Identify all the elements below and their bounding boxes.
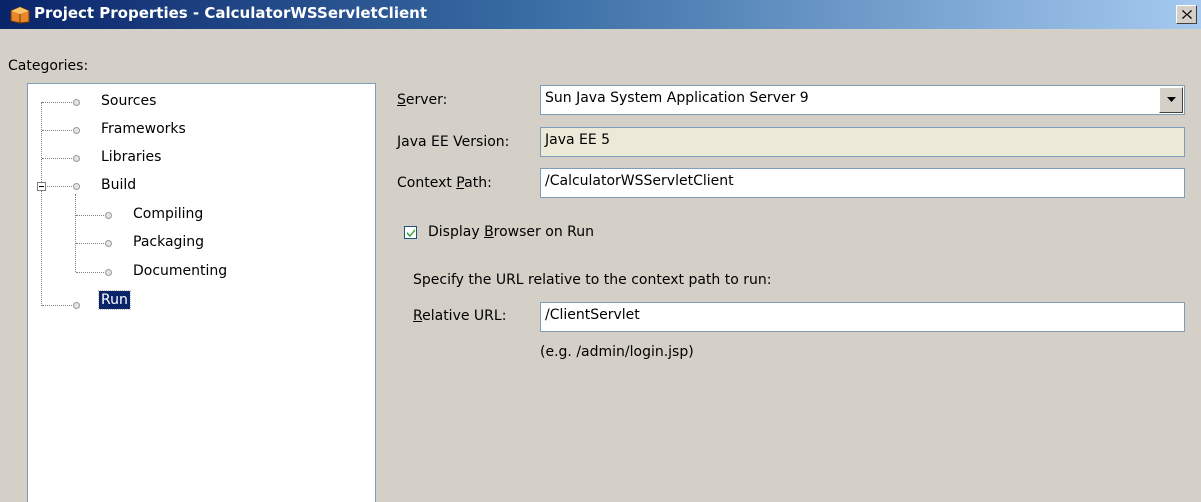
tree-connector [42,130,72,131]
server-dropdown-button[interactable] [1159,87,1183,113]
tree-connector [76,215,104,216]
tree-connector [47,186,72,187]
tree-node-icon [73,155,80,162]
project-properties-dialog: Project Properties - CalculatorWSServlet… [0,0,1201,502]
tree-item-libraries[interactable]: Libraries [99,148,163,166]
relative-url-input[interactable]: /ClientServlet [540,302,1185,332]
server-label: Server: [397,92,448,108]
display-browser-label[interactable]: Display Browser on Run [428,224,594,240]
tree-connector [76,272,104,273]
context-path-input[interactable]: /CalculatorWSServletClient [540,168,1185,198]
tree-connector [41,102,42,306]
javaee-version-label: Java EE Version: [397,134,510,150]
tree-node-icon [105,212,112,219]
javaee-version-value: Java EE 5 [545,132,611,148]
tree-connector [42,305,72,306]
collapse-icon[interactable] [37,182,46,191]
context-path-value: /CalculatorWSServletClient [545,173,734,189]
title-bar[interactable]: Project Properties - CalculatorWSServlet… [0,0,1201,29]
javaee-version-field: Java EE 5 [540,127,1185,157]
tree-node-icon [73,127,80,134]
tree-item-build[interactable]: Build [99,176,138,194]
tree-node-icon [105,240,112,247]
categories-label: Categories: [8,58,89,74]
relative-url-hint: Specify the URL relative to the context … [413,272,772,288]
netbeans-project-icon [10,5,30,24]
categories-tree[interactable]: Sources Frameworks Libraries Build Compi… [27,83,376,502]
checkmark-icon [407,229,415,237]
tree-item-documenting[interactable]: Documenting [131,262,229,280]
window-title: Project Properties - CalculatorWSServlet… [34,4,427,22]
close-button[interactable] [1176,5,1197,24]
server-combobox[interactable]: Sun Java System Application Server 9 [540,85,1185,115]
tree-item-compiling[interactable]: Compiling [131,205,205,223]
close-icon [1182,10,1192,19]
tree-node-icon [105,269,112,276]
tree-item-frameworks[interactable]: Frameworks [99,120,188,138]
dropdown-arrow-icon [1167,97,1176,102]
tree-connector [75,194,76,272]
tree-item-run[interactable]: Run [98,290,131,310]
tree-item-sources[interactable]: Sources [99,92,158,110]
context-path-label: Context Path: [397,175,492,191]
tree-node-icon [73,302,80,309]
server-value: Sun Java System Application Server 9 [545,90,809,106]
relative-url-label: Relative URL: [413,308,507,324]
tree-connector [76,243,104,244]
tree-connector [42,158,72,159]
relative-url-value: /ClientServlet [545,307,640,323]
display-browser-checkbox[interactable] [404,226,417,239]
tree-node-icon [73,183,80,190]
tree-item-packaging[interactable]: Packaging [131,233,206,251]
relative-url-example: (e.g. /admin/login.jsp) [540,344,694,360]
tree-node-icon [73,99,80,106]
tree-connector [42,102,72,103]
